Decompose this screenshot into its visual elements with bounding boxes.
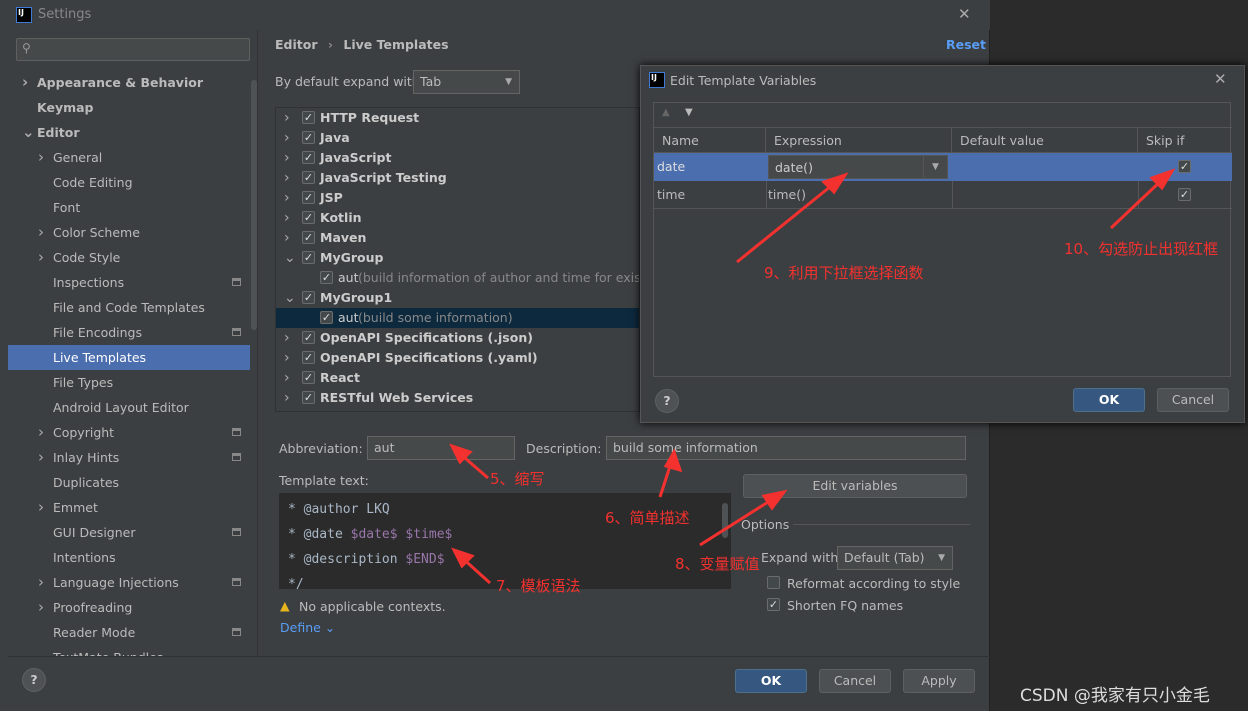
- annotation-6: 6、简单描述: [605, 509, 690, 527]
- annotation-arrows: [449, 168, 1176, 585]
- annotation-7: 7、模板语法: [496, 577, 581, 595]
- annotation-9: 9、利用下拉框选择函数: [764, 264, 924, 282]
- arrow-8: [699, 495, 777, 547]
- annotation-8: 8、变量赋值: [675, 555, 760, 573]
- arrow-10: [1109, 176, 1166, 230]
- annotation-5: 5、缩写: [490, 470, 545, 488]
- annotation-10: 10、勾选防止出现红框: [1064, 240, 1219, 258]
- watermark: CSDN @我家有只小金毛: [1020, 686, 1210, 706]
- arrow-9: [736, 180, 837, 264]
